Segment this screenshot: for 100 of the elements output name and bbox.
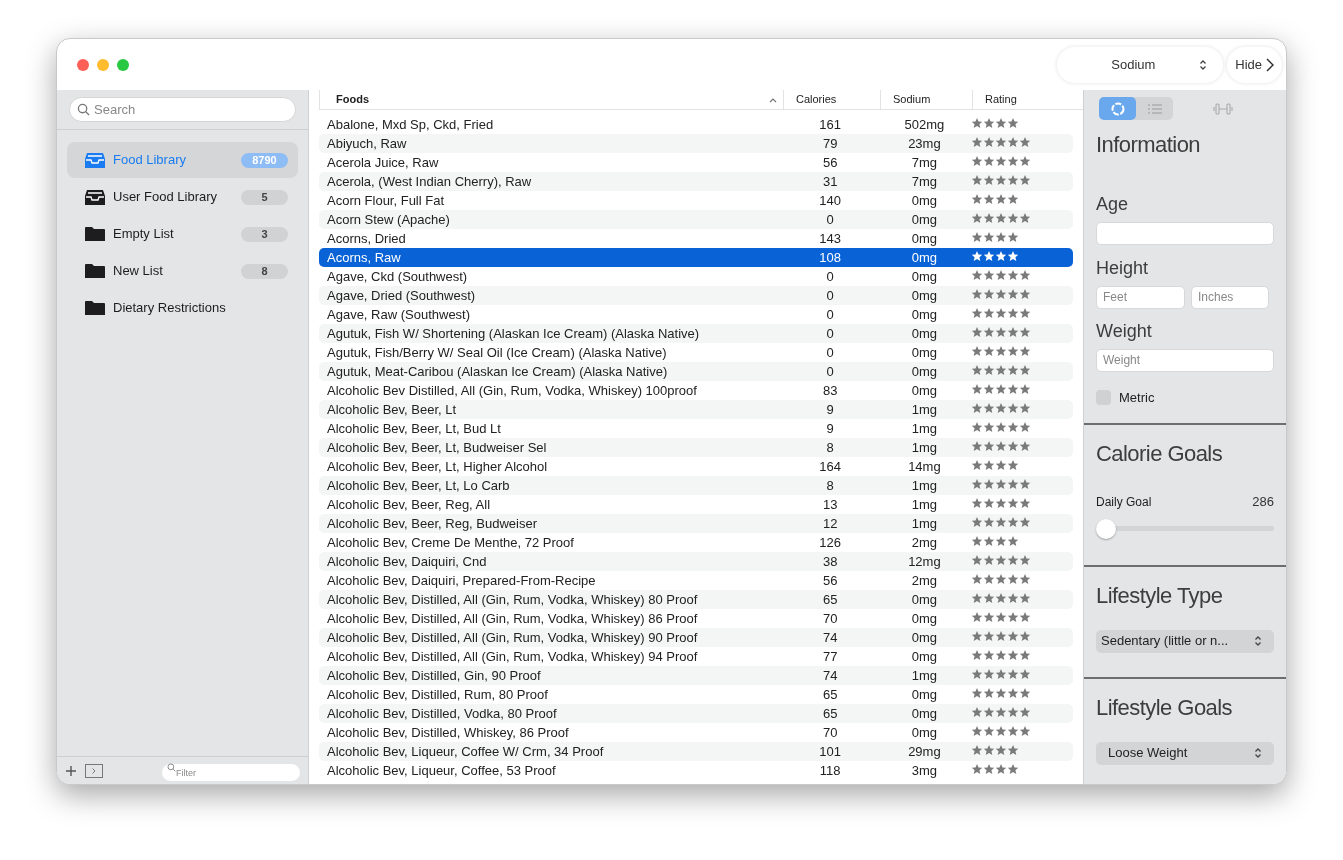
table-row[interactable]: Alcoholic Bev, Beer, Lt, Budweiser Sel 8 1mg — [319, 438, 1073, 457]
table-row[interactable]: Acorns, Raw 108 0mg — [319, 248, 1073, 267]
table-row[interactable]: Abiyuch, Raw 79 23mg — [319, 134, 1073, 153]
table-row[interactable]: Alcoholic Bev, Creme De Menthe, 72 Proof 126 2mg — [319, 533, 1073, 552]
star-icon — [995, 135, 1008, 148]
star-icon — [971, 211, 984, 224]
table-row[interactable]: Alcoholic Bev, Daiquiri, Prepared-From-Recipe 56 2mg — [319, 571, 1073, 590]
lifestyle-goals-select[interactable]: Loose Weight — [1096, 741, 1274, 765]
table-cell-text: Alcoholic Bev, Distilled, All (Gin, Rum, Vodka, Whiskey) 80 Proof — [326, 590, 699, 609]
star-icon — [1019, 154, 1032, 167]
view-tab[interactable] — [1099, 97, 1136, 120]
column-header[interactable]: Calories — [783, 90, 880, 109]
star-icon — [1019, 382, 1032, 395]
star-icon — [995, 724, 1008, 737]
table-row[interactable]: Alcoholic Bev, Distilled, All (Gin, Rum, Vodka, Whiskey) 86 Proof 70 0mg — [319, 609, 1073, 628]
table-row[interactable]: Alcoholic Bev, Beer, Lt 9 1mg — [319, 400, 1073, 419]
filter-field[interactable]: Filter — [162, 764, 300, 781]
sidebar-item[interactable]: Empty List 3 — [67, 216, 298, 252]
table-cell-text: Alcoholic Bev, Distilled, Whiskey, 86 Proof — [326, 723, 570, 742]
table-cell-text: 0 — [825, 210, 835, 229]
table-cell-text: 101 — [818, 742, 842, 761]
table-row[interactable]: Alcoholic Bev, Distilled, All (Gin, Rum, Vodka, Whiskey) 80 Proof 65 0mg — [319, 590, 1073, 609]
table-cell-text: 77 — [821, 647, 839, 666]
table-row[interactable]: Alcoholic Bev, Liqueur, Coffee, 53 Proof 118 3mg — [319, 761, 1073, 780]
star-icon — [971, 173, 984, 186]
close-button[interactable] — [77, 58, 89, 71]
table-row[interactable]: Agave, Raw (Southwest) 0 0mg — [319, 305, 1073, 324]
table-row[interactable]: Acorns, Dried 143 0mg — [319, 229, 1073, 248]
lifestyle-type-select[interactable]: Sedentary (little or n... — [1096, 629, 1274, 653]
table-row[interactable]: Alcoholic Bev, Beer, Reg, All 13 1mg — [319, 495, 1073, 514]
star-icon — [971, 686, 984, 699]
feet-field[interactable]: Feet — [1096, 285, 1185, 309]
minimize-button[interactable] — [97, 58, 109, 71]
table-cell-text: 1mg — [910, 666, 939, 685]
table-row[interactable]: Agutuk, Meat-Caribou (Alaskan Ice Cream) (Alaska Native) 0 0mg — [319, 362, 1073, 381]
table-row[interactable]: Alcoholic Bev, Beer, Lt, Lo Carb 8 1mg — [319, 476, 1073, 495]
daily-goal-value: 286 — [1252, 493, 1274, 511]
table-row[interactable]: Alcoholic Bev, Beer, Lt, Bud Lt 9 1mg — [319, 419, 1073, 438]
star-icon — [1019, 629, 1032, 642]
star-icon — [1007, 211, 1020, 224]
table-row[interactable]: Acorn Stew (Apache) 0 0mg — [319, 210, 1073, 229]
search-icon — [77, 103, 90, 116]
table-row[interactable]: Alcoholic Bev, Beer, Reg, Budweiser 12 1mg — [319, 514, 1073, 533]
star-icon — [983, 439, 996, 452]
table-row[interactable]: Alcoholic Bev, Liqueur, Coffee W/ Crm, 34 Proof 101 29mg — [319, 742, 1073, 761]
star-icon — [983, 192, 996, 205]
star-icon — [983, 230, 996, 243]
sidebar-item[interactable]: User Food Library 5 — [67, 179, 298, 215]
star-icon — [1007, 610, 1020, 623]
table-row[interactable]: Abalone, Mxd Sp, Ckd, Fried 161 502mg — [319, 115, 1073, 134]
table-row[interactable]: Alcoholic Bev, Distilled, All (Gin, Rum, Vodka, Whiskey) 90 Proof 74 0mg — [319, 628, 1073, 647]
star-icon — [1007, 705, 1020, 718]
table-row[interactable]: Alcoholic Bev, Distilled, Rum, 80 Proof 65 0mg — [319, 685, 1073, 704]
nutrient-popup[interactable]: Sodium — [1057, 46, 1224, 83]
table-row[interactable]: Alcoholic Bev Distilled, All (Gin, Rum, Vodka, Whiskey) 100proof 83 0mg — [319, 381, 1073, 400]
star-icon — [983, 553, 996, 566]
age-field[interactable] — [1096, 222, 1274, 245]
sidebar-item[interactable]: Dietary Restrictions — [67, 290, 298, 326]
star-icon — [1007, 154, 1020, 167]
star-icon — [995, 629, 1008, 642]
field-label: Height — [1096, 256, 1150, 280]
sidebar-item[interactable]: New List 8 — [67, 253, 298, 289]
table-row[interactable]: Acorn Flour, Full Fat 140 0mg — [319, 191, 1073, 210]
table-row[interactable]: Alcoholic Bev, Distilled, All (Gin, Rum, Vodka, Whiskey) 94 Proof 77 0mg — [319, 647, 1073, 666]
table-row[interactable]: Alcoholic Bev, Distilled, Gin, 90 Proof 74 1mg — [319, 666, 1073, 685]
daily-goal-slider[interactable] — [1096, 518, 1274, 539]
table-row[interactable]: Agutuk, Fish W/ Shortening (Alaskan Ice Cream) (Alaska Native) 0 0mg — [319, 324, 1073, 343]
checkbox-label: Metric — [1119, 388, 1155, 407]
table-cell-text: 70 — [821, 609, 839, 628]
table-row[interactable]: Agave, Ckd (Southwest) 0 0mg — [319, 267, 1073, 286]
table-row[interactable]: Alcoholic Bev, Beer, Lt, Higher Alcohol 164 14mg — [319, 457, 1073, 476]
table-cell-text: 1mg — [910, 514, 939, 533]
table-row[interactable]: Alcoholic Bev, Distilled, Vodka, 80 Proof 65 0mg — [319, 704, 1073, 723]
table-row[interactable]: Alcoholic Bev, Daiquiri, Cnd 38 12mg — [319, 552, 1073, 571]
zoom-button[interactable] — [117, 58, 129, 71]
weight-field[interactable]: Weight — [1096, 348, 1274, 372]
hide-button[interactable]: Hide — [1227, 46, 1282, 83]
star-icon — [1019, 553, 1032, 566]
table-row[interactable]: Acerola Juice, Raw 56 7mg — [319, 153, 1073, 172]
star-icon — [995, 534, 1008, 547]
table-row[interactable]: Alcoholic Bev, Distilled, Whiskey, 86 Proof 70 0mg — [319, 723, 1073, 742]
table-cell-text: 0mg — [910, 229, 939, 248]
table-cell-text: 0mg — [910, 628, 939, 647]
star-icon — [995, 230, 1008, 243]
table-cell-text: 0mg — [910, 248, 939, 267]
add-icon[interactable] — [65, 764, 77, 777]
column-header[interactable]: Rating — [972, 90, 1075, 109]
table-cell-text: 8 — [825, 476, 835, 495]
column-header[interactable]: Sodium — [880, 90, 972, 109]
table-row[interactable]: Agutuk, Fish/Berry W/ Seal Oil (Ice Cream) (Alaska Native) 0 0mg — [319, 343, 1073, 362]
star-icon — [995, 173, 1008, 186]
inches-field[interactable]: Inches — [1191, 285, 1269, 309]
table-row[interactable]: Agave, Dried (Southwest) 0 0mg — [319, 286, 1073, 305]
star-icon — [1007, 363, 1020, 376]
search-field[interactable]: Search — [69, 97, 296, 122]
dumbbell-icon[interactable] — [1213, 101, 1233, 116]
column-header[interactable]: Foods — [319, 90, 783, 109]
table-row[interactable]: Acerola, (West Indian Cherry), Raw 31 7mg — [319, 172, 1073, 191]
slider-thumb[interactable] — [1096, 518, 1116, 539]
sidebar-toggle-icon[interactable] — [85, 763, 103, 778]
